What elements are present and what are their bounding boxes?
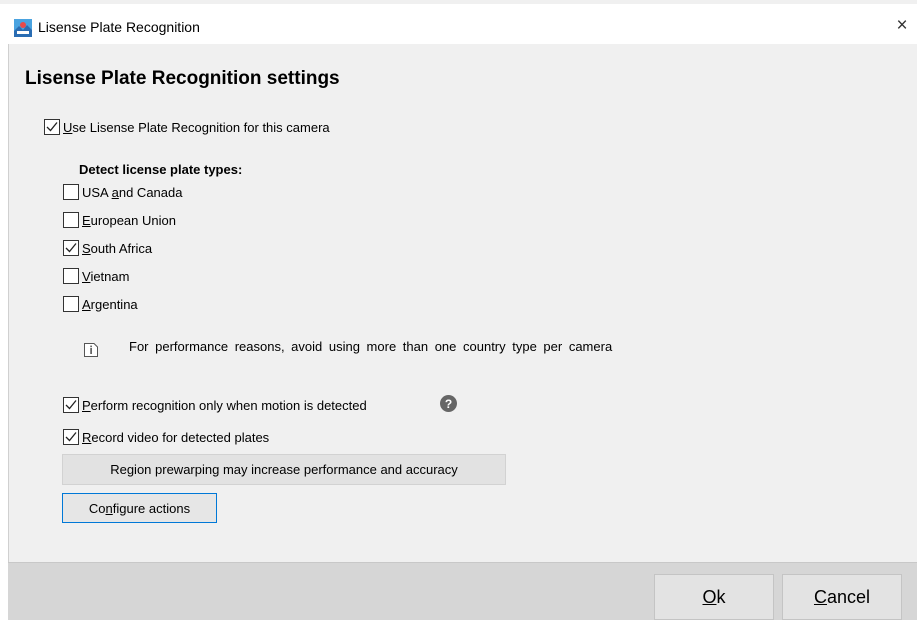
checkbox-box[interactable] — [63, 212, 79, 228]
plate-type-vietnam[interactable]: Vietnam — [63, 268, 129, 284]
cancel-button[interactable]: Cancel — [782, 574, 902, 620]
plate-type-label: Vietnam — [82, 268, 130, 284]
plate-type-european-union[interactable]: European Union — [63, 212, 176, 228]
plate-type-south-africa[interactable]: South Africa — [63, 240, 152, 256]
check-icon — [65, 243, 77, 253]
use-lpr-label: Use Lisense Plate Recognition for this c… — [63, 119, 330, 135]
page-title: Lisense Plate Recognition settings — [25, 68, 340, 89]
checkbox-box[interactable] — [63, 240, 79, 256]
checkbox-box[interactable] — [44, 119, 60, 135]
region-prewarping-button[interactable]: Region prewarping may increase performan… — [62, 454, 506, 485]
top-strip — [0, 0, 917, 4]
close-button[interactable]: × — [891, 15, 913, 37]
ok-button[interactable]: Ok — [654, 574, 774, 620]
record-video-checkbox[interactable]: Record video for detected plates — [63, 429, 269, 445]
checkbox-box[interactable] — [63, 184, 79, 200]
configure-actions-button[interactable]: Co n figure actions — [62, 493, 217, 523]
help-icon[interactable]: ? — [440, 395, 457, 412]
use-lpr-checkbox[interactable]: Use Lisense Plate Recognition for this c… — [44, 119, 330, 135]
plate-type-argentina[interactable]: Argentina — [63, 296, 138, 312]
checkbox-box[interactable] — [63, 397, 79, 413]
checkbox-box[interactable] — [63, 296, 79, 312]
plate-type-label: South Africa — [82, 240, 153, 256]
plate-type-label: Argentina — [82, 296, 138, 312]
motion-only-checkbox[interactable]: Perform recognition only when motion is … — [63, 397, 367, 413]
check-icon — [65, 400, 77, 410]
plate-type-label: European Union — [82, 212, 176, 228]
window-title: Lisense Plate Recognition — [38, 19, 200, 35]
record-video-label: Record video for detected plates — [82, 429, 270, 445]
plate-type-usa-canada[interactable]: USA and Canada — [63, 184, 182, 200]
check-icon — [65, 432, 77, 442]
checkbox-box[interactable] — [63, 429, 79, 445]
title-bar: Lisense Plate Recognition × — [8, 10, 917, 44]
plate-type-label: USA and Canada — [82, 184, 183, 200]
app-icon — [14, 19, 32, 37]
info-icon — [84, 343, 98, 357]
motion-only-label: Perform recognition only when motion is … — [82, 397, 367, 413]
detect-types-label: Detect license plate types: — [79, 162, 243, 177]
performance-note: For performance reasons, avoid using mor… — [129, 339, 613, 354]
checkbox-box[interactable] — [63, 268, 79, 284]
dialog-footer — [8, 562, 917, 620]
check-icon — [46, 122, 58, 132]
